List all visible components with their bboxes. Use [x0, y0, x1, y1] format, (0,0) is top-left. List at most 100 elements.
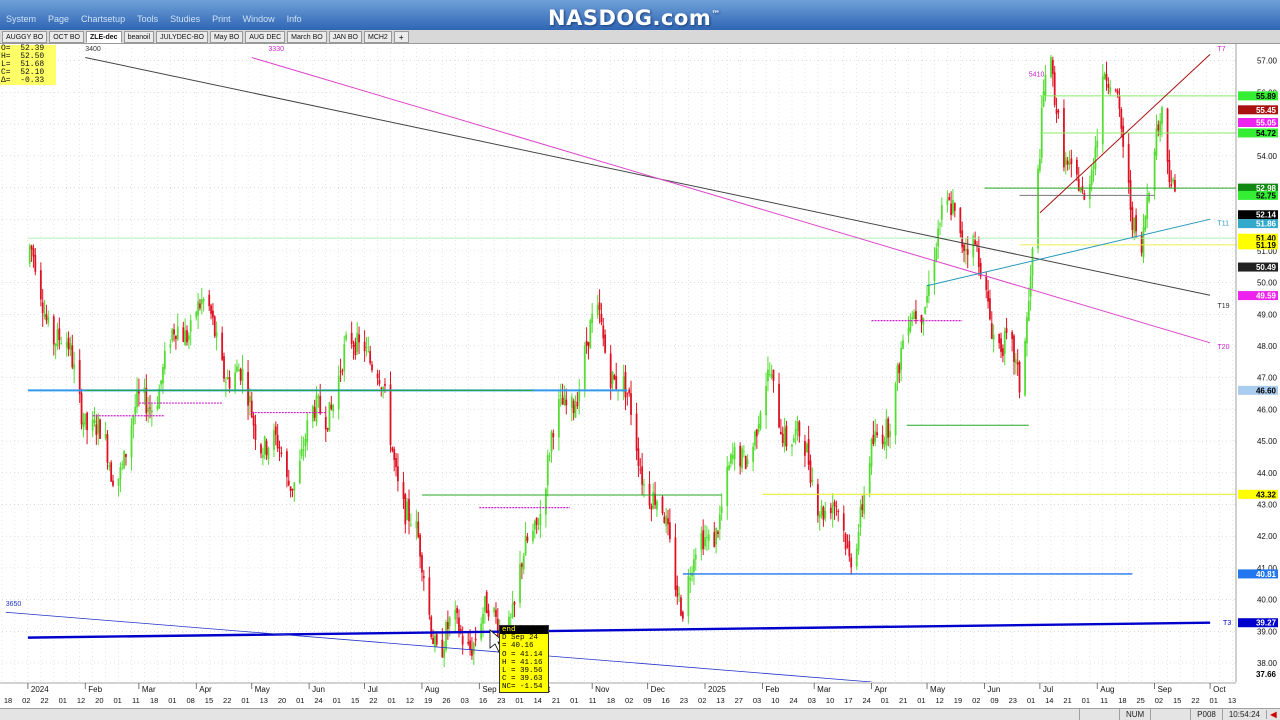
candle-body [200, 299, 203, 305]
candle-body [1053, 72, 1056, 106]
menu-item-chartsetup[interactable]: Chartsetup [81, 14, 125, 28]
menu-item-print[interactable]: Print [212, 14, 231, 28]
menu-item-info[interactable]: Info [287, 14, 302, 28]
scroll-left-arrow-icon[interactable]: ◀ [1266, 710, 1280, 719]
candle-body [1063, 108, 1065, 168]
add-tab-button[interactable]: + [393, 30, 409, 43]
candle-body [369, 351, 372, 364]
candle-body [84, 413, 87, 425]
ohlc-line: Δ= -0.33 [1, 76, 45, 85]
candle-body [352, 344, 355, 347]
candle-body [280, 452, 283, 454]
candle-body [898, 364, 901, 374]
candle-body [591, 313, 594, 324]
candle-body [278, 447, 281, 449]
candle-body [45, 314, 48, 321]
price-tag-label: 52.75 [1256, 191, 1277, 200]
tab-march-bo[interactable]: March BO [287, 30, 327, 43]
tab-auggy-bo[interactable]: AUGGY BO [2, 30, 48, 43]
menu-item-system[interactable]: System [6, 14, 36, 28]
price-tag-label: 39.27 [1256, 619, 1277, 628]
candle-body [302, 449, 305, 451]
day-label: 03 [753, 696, 761, 705]
candle-body [108, 465, 111, 467]
day-label: 14 [1045, 696, 1053, 705]
candle-body [652, 491, 655, 509]
menu-item-page[interactable]: Page [48, 14, 69, 28]
candle-body [1001, 348, 1004, 356]
candle-body [350, 332, 353, 344]
day-label: 15 [205, 696, 213, 705]
price-tag-label: 54.72 [1256, 129, 1277, 138]
status-num-lock: NUM [1118, 709, 1150, 720]
tab-zle-dec[interactable]: ZLE-dec [85, 30, 122, 43]
candle-body [718, 514, 721, 530]
candle-body [189, 320, 192, 332]
menu-item-window[interactable]: Window [243, 14, 275, 28]
candle-body [678, 593, 681, 595]
tab-oct-bo[interactable]: OCT BO [49, 30, 84, 43]
candle-body [717, 531, 719, 535]
candle-body [1018, 361, 1021, 393]
candle-body [32, 248, 35, 257]
day-label: 18 [150, 696, 158, 705]
tooltip-line: D Sep 24 [502, 634, 539, 643]
candle-body [97, 416, 100, 434]
candle-body [247, 371, 249, 406]
month-label: Mar [817, 685, 831, 694]
candle-body [469, 640, 471, 650]
candle-body [563, 394, 566, 405]
candle-body [576, 401, 579, 407]
candle-body [561, 397, 564, 405]
day-label: 01 [296, 696, 304, 705]
tab-mch2[interactable]: MCH2 [363, 30, 392, 43]
tab-aug-dec[interactable]: AUG DEC [245, 30, 286, 43]
candle-body [461, 635, 464, 645]
tab-julydec-bo[interactable]: JULYDEC-BO [156, 30, 208, 43]
tab-jan-bo[interactable]: JAN BO [328, 30, 362, 43]
day-label: 08 [187, 696, 195, 705]
day-label: 01 [113, 696, 121, 705]
price-chart[interactable]: 3400 3330 3650 5410 T7 T11 T19 T20 T3 38.00 39.00 4… [0, 44, 1280, 708]
candle-body [1037, 168, 1039, 249]
candle-body [596, 305, 599, 316]
tab-beanoil[interactable]: beanoil [123, 30, 155, 43]
candle-body [681, 611, 684, 619]
candle-body [1127, 143, 1130, 183]
candle-body [197, 301, 200, 316]
candle-body [130, 425, 133, 458]
chart-background [0, 44, 1280, 708]
candle-body [358, 334, 360, 343]
candle-body [419, 534, 422, 557]
candle-body [454, 609, 457, 620]
candle-body [371, 364, 373, 371]
candle-body [1094, 146, 1097, 170]
candle-body [913, 312, 915, 320]
candle-body [445, 622, 447, 650]
menu-item-tools[interactable]: Tools [137, 14, 158, 28]
y-tick-label: 40.00 [1257, 596, 1278, 605]
candle-body [121, 464, 124, 466]
candle-body [976, 244, 978, 246]
tab-may-bo[interactable]: May BO [209, 30, 244, 43]
candle-body [380, 387, 383, 389]
candle-body [613, 375, 616, 380]
candle-body [43, 313, 46, 317]
candle-body [315, 395, 318, 423]
candle-body [250, 400, 253, 418]
candle-body [1096, 140, 1099, 148]
candle-body [1077, 178, 1080, 191]
candle-body [863, 493, 866, 514]
status-empty-cell [1078, 709, 1119, 720]
day-label: 18 [4, 696, 12, 705]
y-tick-label: 54.00 [1257, 152, 1278, 161]
candle-body [1055, 109, 1058, 114]
day-label: 20 [95, 696, 103, 705]
candle-body [715, 527, 718, 545]
day-label: 01 [59, 696, 67, 705]
price-tag-label: 37.66 [1256, 670, 1277, 679]
chart-annotation: T19 [1217, 303, 1229, 310]
menu-item-studies[interactable]: Studies [170, 14, 200, 28]
candle-body [1026, 317, 1028, 344]
day-label: 01 [333, 696, 341, 705]
